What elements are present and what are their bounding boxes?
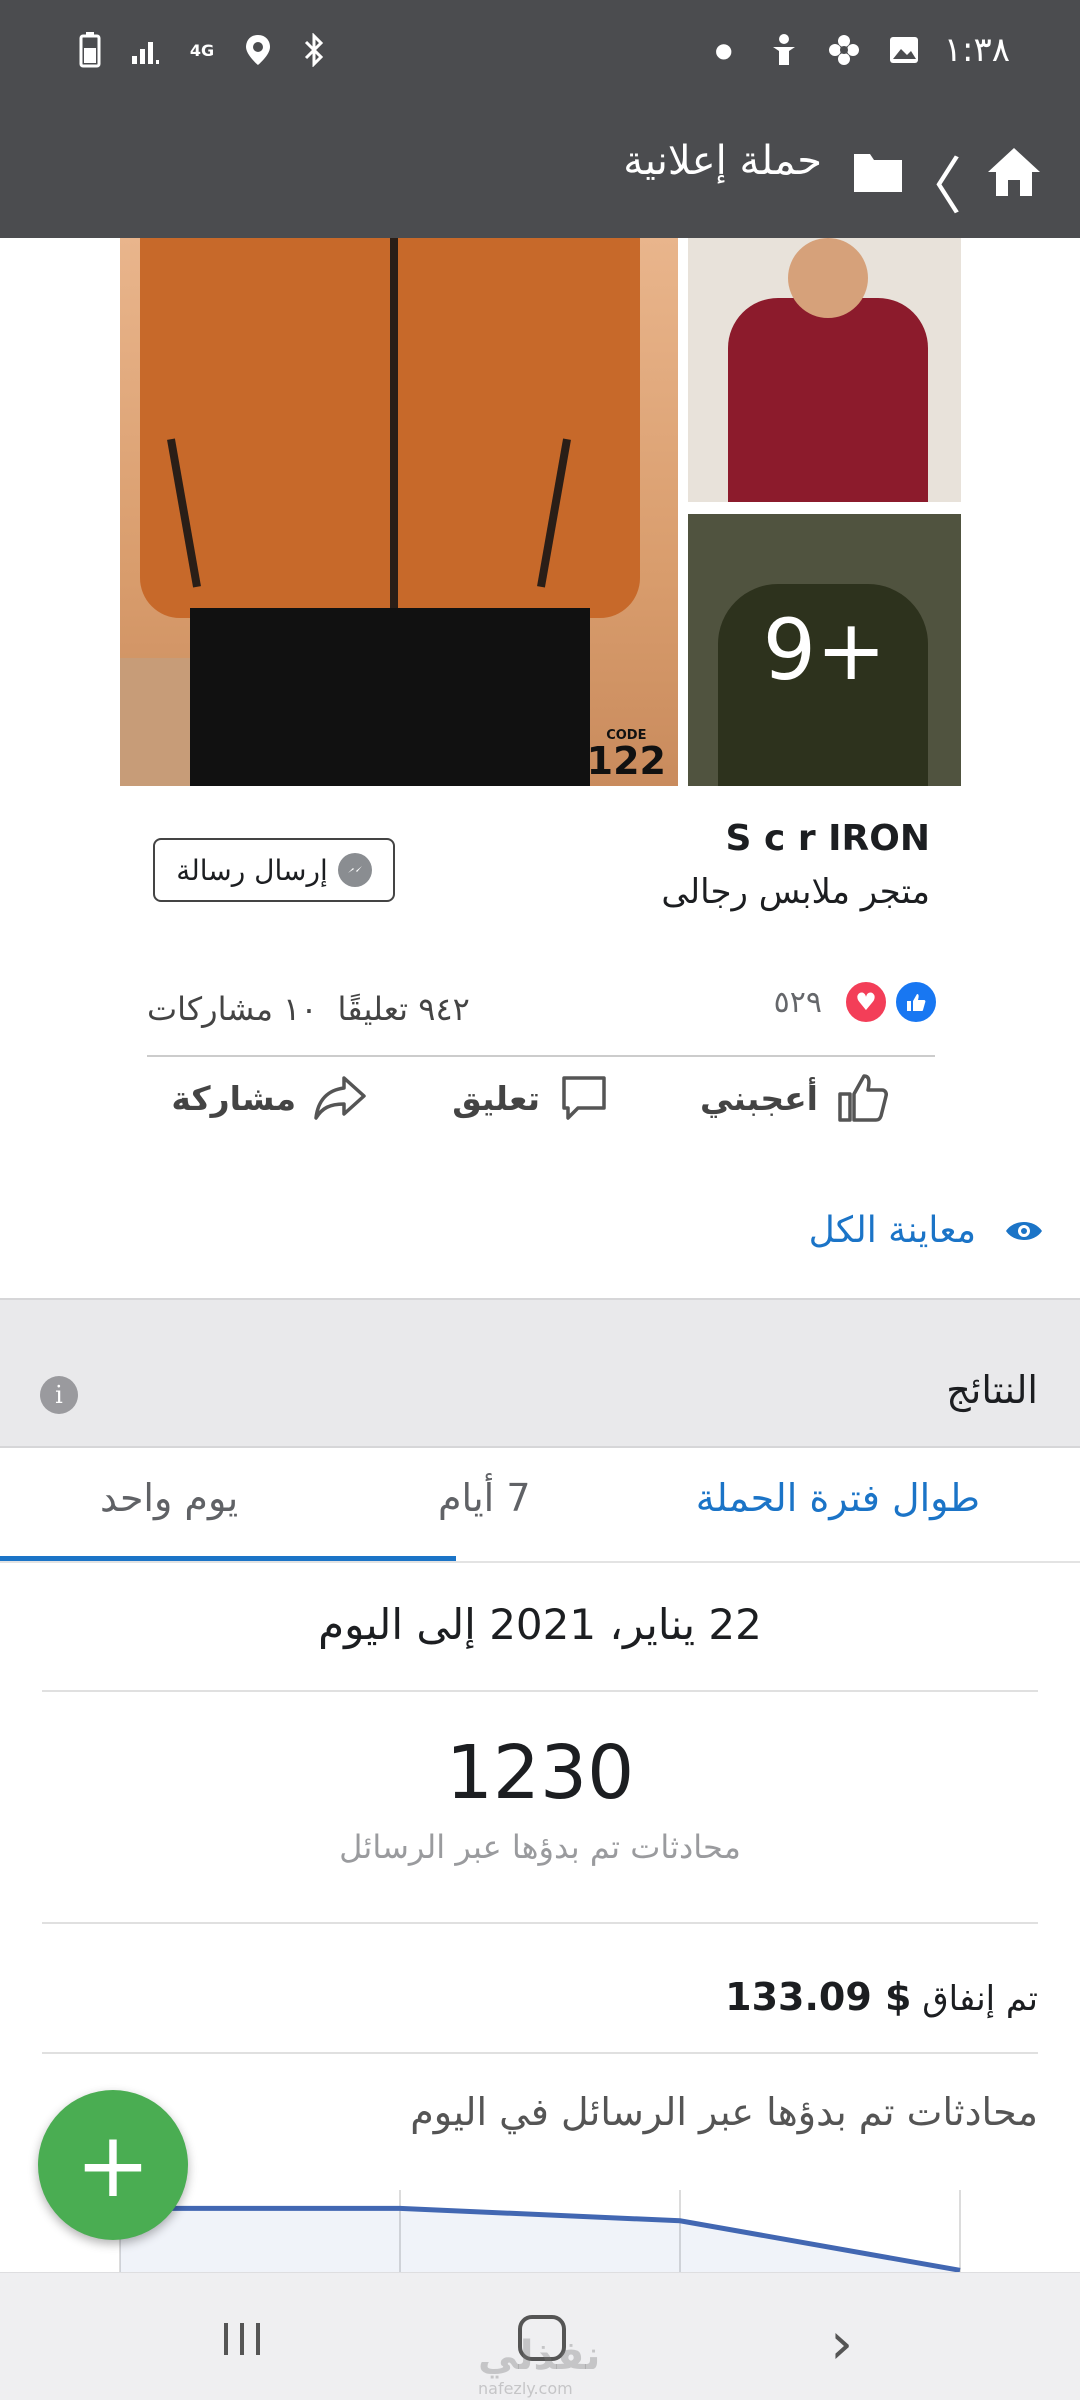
network-type-icon: 4G — [189, 40, 215, 60]
reaction-count: ٥٢٩ — [773, 984, 822, 1020]
share-count[interactable]: ١٠ مشاركات — [147, 990, 318, 1028]
gallery-icon — [884, 30, 924, 70]
like-label: أعجبني — [700, 1078, 818, 1118]
tab-underline — [0, 1556, 456, 1561]
page-title: حملة إعلانية — [623, 138, 822, 184]
like-button[interactable]: أعجبني — [700, 1070, 890, 1126]
breadcrumb-chevron-icon: 〈 — [899, 150, 962, 223]
comment-icon — [562, 1076, 606, 1120]
add-button[interactable]: + — [38, 2090, 188, 2240]
post-actions: أعجبني تعليق مشاركة — [0, 1070, 1080, 1140]
back-nav-icon[interactable]: › — [830, 2309, 853, 2377]
engagement-stats[interactable]: ٩٤٢ تعليقًا ١٠ مشاركات — [147, 990, 470, 1028]
recent-apps-icon[interactable] — [222, 2319, 262, 2359]
results-header: النتائج i — [0, 1298, 1080, 1448]
divider — [42, 1690, 1038, 1692]
share-label: مشاركة — [171, 1078, 296, 1118]
more-photos-overlay[interactable]: 9+ — [688, 514, 961, 786]
preview-all-label: معاينة الكل — [808, 1210, 976, 1251]
code-number: 122 — [586, 739, 666, 783]
info-icon[interactable]: i — [40, 1376, 78, 1414]
results-title: النتائج — [946, 1368, 1038, 1412]
chart-area — [120, 2208, 960, 2272]
signal-icon — [126, 30, 166, 70]
jacket-zip — [390, 238, 398, 618]
spent-label: تم إنفاق — [922, 1979, 1038, 2019]
dot-icon: ● — [715, 38, 733, 62]
home-icon[interactable] — [984, 142, 1044, 202]
battery-icon — [70, 30, 110, 70]
watermark: نفذلي — [478, 2333, 601, 2379]
tab-one-day[interactable]: يوم واحد — [100, 1476, 238, 1520]
pants — [190, 608, 590, 786]
code-tag: CODE 122 — [587, 729, 666, 780]
tab-campaign[interactable]: طوال فترة الحملة — [696, 1476, 980, 1520]
folder-icon[interactable] — [852, 148, 904, 194]
comment-button[interactable]: تعليق — [452, 1070, 612, 1126]
comment-count[interactable]: ٩٤٢ تعليقًا — [338, 990, 470, 1028]
daily-conversations-chart — [119, 2190, 961, 2272]
date-tabs: طوال فترة الحملة 7 أيام يوم واحد — [0, 1448, 1080, 1563]
divider — [42, 1922, 1038, 1924]
date-range: 22 يناير، 2021 إلى اليوم — [318, 1600, 762, 1649]
system-nav-bar: › نفذلي nafezly.com — [0, 2272, 1080, 2400]
app-header: 〈 حملة إعلانية — [0, 110, 1080, 238]
divider — [42, 2052, 1038, 2054]
red-hoodie — [728, 298, 928, 502]
messenger-icon — [337, 853, 372, 887]
divider — [147, 1055, 935, 1057]
tab-seven-days[interactable]: 7 أيام — [438, 1476, 531, 1520]
location-icon — [238, 30, 278, 70]
status-icons-right: ● ١:٣٨ — [704, 30, 1010, 70]
conversations-label: محادثات تم بدؤها عبر الرسائل — [339, 1828, 741, 1866]
spent-value: $ 133.09 — [725, 1975, 912, 2019]
chart-title: محادثات تم بدؤها عبر الرسائل في اليوم — [410, 2090, 1038, 2134]
love-reaction-icon: ♥ — [844, 980, 888, 1024]
watermark-sub: nafezly.com — [478, 2379, 573, 2398]
flower-icon — [824, 30, 864, 70]
like-reaction-icon — [894, 980, 938, 1024]
preview-all-link[interactable]: معاينة الكل — [809, 1210, 1044, 1251]
reactions-summary[interactable]: ٥٢٩ ♥ — [774, 980, 938, 1024]
status-bar: 4G ● ١:٣٨ — [0, 0, 1080, 110]
post-image-red-hoodie[interactable] — [688, 238, 961, 502]
eye-icon — [1006, 1221, 1042, 1240]
model-head — [788, 238, 868, 318]
share-button[interactable]: مشاركة — [171, 1070, 368, 1126]
share-icon — [314, 1076, 366, 1120]
bluetooth-icon — [294, 30, 334, 70]
amount-spent: تم إنفاق $ 133.09 — [725, 1975, 1038, 2019]
status-icons-left: 4G — [70, 30, 334, 70]
post-image-green-hoodie[interactable]: 9+ — [688, 514, 961, 786]
post-image-main[interactable]: CODE 122 — [120, 238, 678, 786]
page-category: متجر ملابس رجالى — [661, 872, 930, 912]
post-images: CODE 122 9+ — [0, 238, 1080, 788]
accessibility-icon — [764, 30, 804, 70]
thumbs-up-icon — [838, 1074, 888, 1122]
send-message-button[interactable]: إرسال رسالة — [153, 838, 395, 902]
clock: ١:٣٨ — [943, 30, 1010, 70]
comment-label: تعليق — [452, 1078, 540, 1118]
page-name[interactable]: S c r IRON — [726, 818, 930, 859]
send-message-label: إرسال رسالة — [176, 853, 328, 887]
conversations-value: 1230 — [445, 1730, 635, 1816]
